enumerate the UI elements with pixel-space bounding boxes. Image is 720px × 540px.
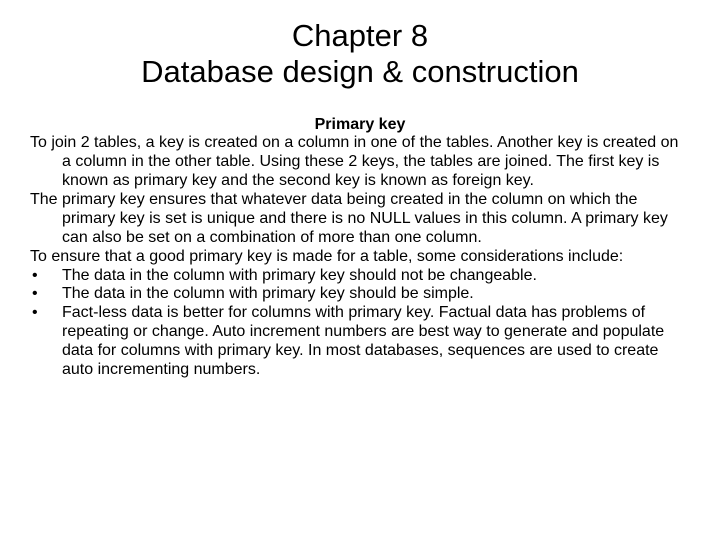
title-line-2: Database design & construction bbox=[90, 54, 630, 90]
list-item: • The data in the column with primary ke… bbox=[30, 285, 690, 304]
bullet-icon: • bbox=[30, 285, 62, 304]
body-text: To join 2 tables, a key is created on a … bbox=[30, 134, 690, 379]
slide: Chapter 8 Database design & construction… bbox=[0, 0, 720, 540]
bullet-icon: • bbox=[30, 304, 62, 323]
bullet-icon: • bbox=[30, 267, 62, 286]
slide-title: Chapter 8 Database design & construction bbox=[90, 18, 630, 89]
list-item-text: The data in the column with primary key … bbox=[62, 267, 690, 286]
paragraph: To join 2 tables, a key is created on a … bbox=[30, 134, 690, 191]
paragraph: To ensure that a good primary key is mad… bbox=[30, 248, 690, 267]
list-item: • Fact-less data is better for columns w… bbox=[30, 304, 690, 380]
list-item-text: The data in the column with primary key … bbox=[62, 285, 690, 304]
list-item-text: Fact-less data is better for columns wit… bbox=[62, 304, 690, 380]
section-heading: Primary key bbox=[30, 115, 690, 134]
list-item: • The data in the column with primary ke… bbox=[30, 267, 690, 286]
paragraph: The primary key ensures that whatever da… bbox=[30, 191, 690, 248]
title-line-1: Chapter 8 bbox=[90, 18, 630, 54]
